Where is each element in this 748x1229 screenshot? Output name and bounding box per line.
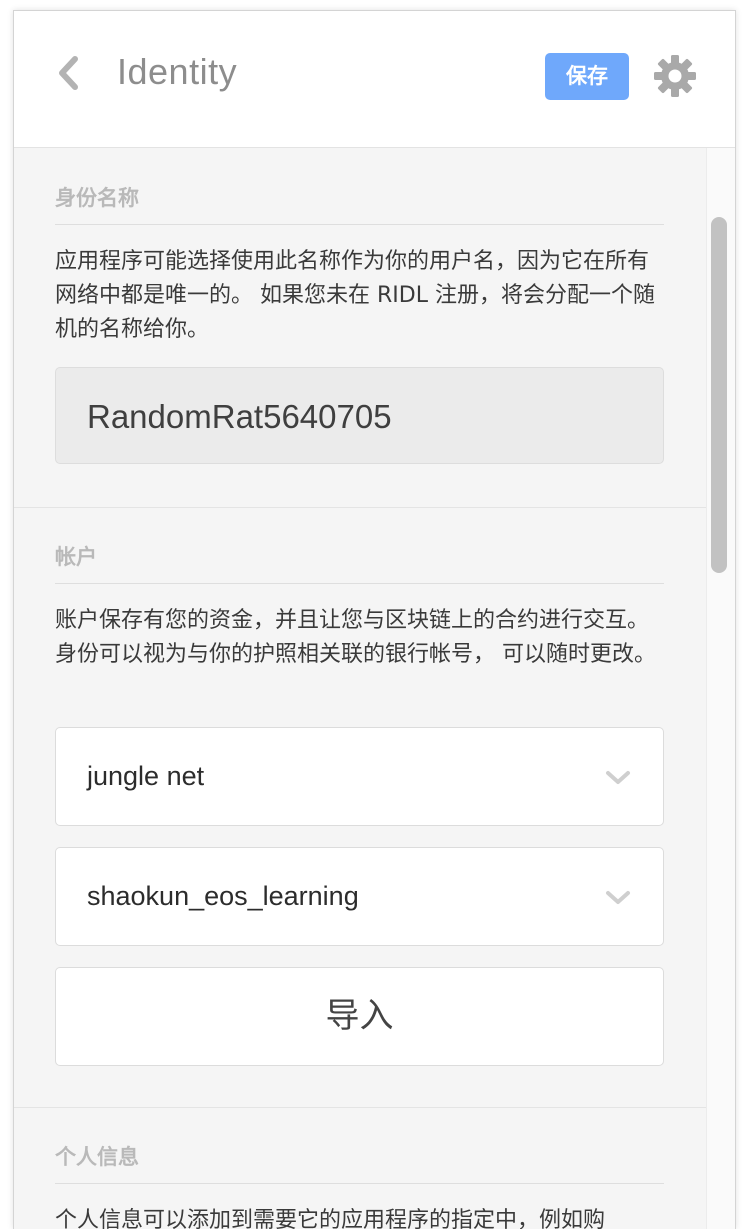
scroll-content: 身份名称 应用程序可能选择使用此名称作为你的用户名，因为它在所有网络中都是唯一的… xyxy=(14,148,706,1229)
identity-name-description: 应用程序可能选择使用此名称作为你的用户名，因为它在所有网络中都是唯一的。 如果您… xyxy=(55,249,655,342)
save-button[interactable]: 保存 xyxy=(545,53,629,100)
section-title-identity-name: 身份名称 xyxy=(55,182,664,225)
personal-info-description: 个人信息可以添加到需要它的应用程序的指定中，例如购 xyxy=(55,1208,606,1229)
accounts-section: 帐户 账户保存有您的资金，并且让您与区块链上的合约进行交互。 身份可以视为与你的… xyxy=(14,508,706,1108)
identity-window: Identity 保存 身份名称 应用程序可能选择使用此名称作为你的用户名，因为… xyxy=(13,10,736,1229)
import-button[interactable]: 导入 xyxy=(55,967,664,1066)
accounts-description: 账户保存有您的资金，并且让您与区块链上的合约进行交互。 身份可以视为与你的护照相… xyxy=(55,608,656,667)
section-title-personal-info: 个人信息 xyxy=(55,1141,664,1184)
back-button[interactable] xyxy=(54,55,84,91)
page-title: Identity xyxy=(117,51,238,92)
settings-button[interactable] xyxy=(652,53,698,99)
header-bar: Identity 保存 xyxy=(14,11,735,148)
account-select-value: shaokun_eos_learning xyxy=(87,881,359,911)
chevron-left-icon xyxy=(59,56,78,90)
section-title-accounts: 帐户 xyxy=(55,541,664,584)
chevron-down-icon xyxy=(606,771,630,784)
network-select[interactable]: jungle net xyxy=(55,727,664,826)
identity-name-field: RandomRat5640705 xyxy=(55,367,664,464)
scrollbar-thumb[interactable] xyxy=(711,217,727,573)
chevron-down-icon xyxy=(606,891,630,904)
personal-info-section: 个人信息 个人信息可以添加到需要它的应用程序的指定中，例如购 xyxy=(14,1108,706,1229)
gear-icon xyxy=(654,55,696,97)
network-select-value: jungle net xyxy=(87,761,205,791)
identity-name-section: 身份名称 应用程序可能选择使用此名称作为你的用户名，因为它在所有网络中都是唯一的… xyxy=(14,148,706,508)
account-select[interactable]: shaokun_eos_learning xyxy=(55,847,664,946)
